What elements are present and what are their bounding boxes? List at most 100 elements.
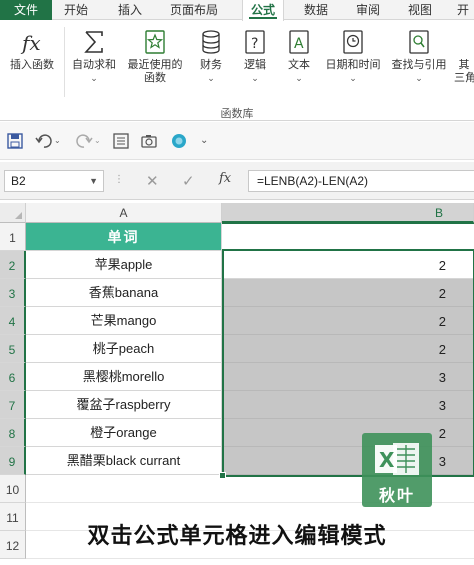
tab-view[interactable]: 视图: [400, 0, 440, 20]
column-header-b[interactable]: B: [222, 203, 474, 223]
tab-formulas[interactable]: 公式: [242, 0, 284, 21]
cell-b2[interactable]: 2: [222, 251, 474, 279]
math-trig-button[interactable]: 其 三角: [454, 29, 474, 85]
clock-book-icon: [341, 29, 365, 55]
insert-function-icon[interactable]: fx: [219, 171, 231, 186]
financial-button[interactable]: 财务 ⌄: [192, 29, 230, 85]
svg-text:A: A: [294, 36, 304, 52]
question-book-icon: ?: [243, 29, 267, 55]
svg-text:?: ?: [251, 36, 258, 52]
cell-b1[interactable]: [222, 223, 474, 251]
cell-a5[interactable]: 桃子peach: [26, 335, 222, 363]
cell-b6[interactable]: 3: [222, 363, 474, 391]
cancel-icon[interactable]: ✕: [146, 172, 159, 190]
cell-b9[interactable]: 3: [222, 447, 474, 475]
tab-insert[interactable]: 插入: [110, 0, 150, 20]
tab-page-layout[interactable]: 页面布局: [162, 0, 226, 20]
search-book-icon: [407, 29, 431, 55]
chevron-down-icon: ⌄: [90, 73, 98, 83]
enter-icon[interactable]: ✓: [182, 172, 195, 190]
autosum-button[interactable]: 自动求和 ⌄: [68, 29, 120, 85]
chevron-down-icon: ⌄: [207, 73, 215, 83]
cell-a3[interactable]: 香蕉banana: [26, 279, 222, 307]
svg-text:fx: fx: [20, 31, 41, 55]
cell-b4[interactable]: 2: [222, 307, 474, 335]
insert-function-label: 插入函数: [10, 59, 54, 71]
cell-a2[interactable]: 苹果apple: [26, 251, 222, 279]
cell-a8[interactable]: 橙子orange: [26, 419, 222, 447]
cell-b5[interactable]: 2: [222, 335, 474, 363]
tab-review[interactable]: 审阅: [348, 0, 388, 20]
row-header[interactable]: 5: [0, 335, 26, 363]
qiuye-logo: X 秋叶: [362, 433, 432, 507]
row-header[interactable]: 9: [0, 447, 26, 475]
more-icon: [454, 29, 474, 55]
row-header[interactable]: 4: [0, 307, 26, 335]
circle-icon[interactable]: [170, 132, 190, 150]
chevron-down-icon: ⌄: [295, 73, 303, 83]
select-all-button[interactable]: [0, 203, 26, 223]
autosum-label: 自动求和: [72, 59, 116, 71]
text-button[interactable]: A 文本 ⌄: [280, 29, 318, 85]
caption-text: 双击公式单元格进入编辑模式: [87, 523, 387, 548]
undo-icon[interactable]: [34, 132, 54, 150]
cell-a6[interactable]: 黑樱桃morello: [26, 363, 222, 391]
cell-a4[interactable]: 芒果mango: [26, 307, 222, 335]
save-icon[interactable]: [6, 132, 26, 150]
cell-b3[interactable]: 2: [222, 279, 474, 307]
fx-icon: fx: [20, 29, 44, 55]
star-book-icon: [143, 29, 167, 55]
date-time-button[interactable]: 日期和时间 ⌄: [322, 29, 384, 85]
ribbon-separator: [64, 27, 65, 97]
tab-file[interactable]: 文件: [0, 0, 52, 20]
excel-logo-icon: X: [375, 443, 419, 475]
name-box[interactable]: B2 ▼: [4, 170, 104, 192]
text-label: 文本: [288, 59, 310, 71]
tab-home[interactable]: 开始: [56, 0, 96, 20]
drag-handle-icon[interactable]: ⋮: [114, 174, 125, 185]
ribbon: fx 插入函数 自动求和 ⌄ 最近使用的 函数 财务 ⌄ ? 逻辑 ⌄ A 文本…: [0, 21, 474, 121]
recent-functions-button[interactable]: 最近使用的 函数: [122, 29, 188, 85]
financial-label: 财务: [200, 59, 222, 71]
logo-text: 秋叶: [378, 488, 415, 505]
ribbon-tab-bar: 文件 开始 插入 页面布局 公式 数据 审阅 视图 开: [0, 0, 474, 21]
cell-a7[interactable]: 覆盆子raspberry: [26, 391, 222, 419]
chevron-down-icon: ⌄: [415, 73, 423, 83]
row-header[interactable]: 1: [0, 223, 26, 251]
quick-access-toolbar: ⌄ ⌄ ⌄: [0, 122, 474, 160]
undo-dropdown-icon[interactable]: ⌄: [54, 132, 64, 150]
lookup-reference-button[interactable]: 查找与引用 ⌄: [388, 29, 450, 85]
fill-handle[interactable]: [219, 472, 226, 479]
formula-input[interactable]: =LENB(A2)-LEN(A2): [248, 170, 474, 192]
tab-data[interactable]: 数据: [296, 0, 336, 20]
function-library-group-label: 函数库: [220, 108, 254, 120]
text-book-icon: A: [287, 29, 311, 55]
math-trig-label2: 三角: [454, 72, 474, 84]
row-header[interactable]: 6: [0, 363, 26, 391]
lookup-reference-label: 查找与引用: [391, 59, 447, 71]
date-time-label: 日期和时间: [325, 59, 381, 71]
tab-developer[interactable]: 开: [452, 0, 474, 20]
math-trig-label: 其: [458, 59, 470, 71]
redo-dropdown-icon[interactable]: ⌄: [94, 132, 104, 150]
column-header-a[interactable]: A: [26, 203, 222, 223]
cell-b7[interactable]: 3: [222, 391, 474, 419]
row-header[interactable]: 7: [0, 391, 26, 419]
insert-function-button[interactable]: fx 插入函数: [4, 29, 60, 72]
chevron-down-icon[interactable]: ▼: [89, 171, 98, 191]
row-header[interactable]: 8: [0, 419, 26, 447]
redo-icon[interactable]: [74, 132, 94, 150]
logical-button[interactable]: ? 逻辑 ⌄: [236, 29, 274, 85]
row-header[interactable]: 2: [0, 251, 26, 279]
camera-icon[interactable]: [140, 132, 160, 150]
cell-a9[interactable]: 黑醋栗black currant: [26, 447, 222, 475]
recent-functions-label: 最近使用的: [127, 59, 183, 71]
row-header[interactable]: 10: [0, 475, 26, 503]
form-icon[interactable]: [112, 132, 132, 150]
sigma-icon: [82, 29, 106, 55]
chevron-down-icon: ⌄: [349, 73, 357, 83]
cell-b8[interactable]: 2: [222, 419, 474, 447]
row-header[interactable]: 3: [0, 279, 26, 307]
header-cell-a1[interactable]: 单词: [26, 223, 222, 251]
customize-icon[interactable]: ⌄: [200, 132, 214, 150]
